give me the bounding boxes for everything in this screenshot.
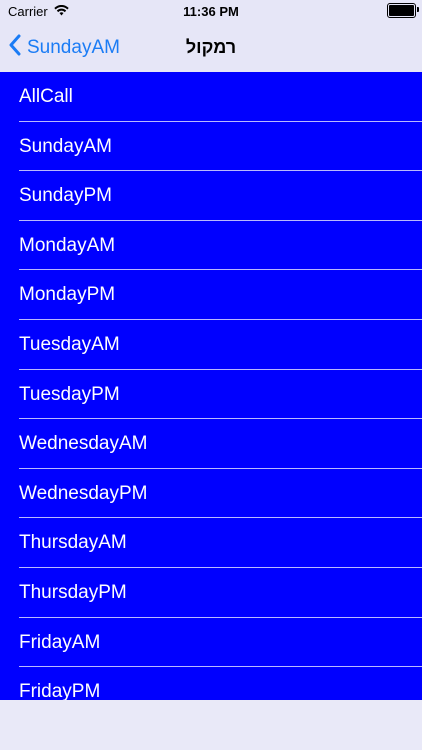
list-item[interactable]: TuesdayPM xyxy=(0,370,422,420)
list-item[interactable]: MondayAM xyxy=(0,221,422,271)
list-item[interactable]: SundayAM xyxy=(0,122,422,172)
list-item[interactable]: WednesdayAM xyxy=(0,419,422,469)
schedule-list: AllCall SundayAM SundayPM MondayAM Monda… xyxy=(0,72,422,700)
list-item[interactable]: SundayPM xyxy=(0,171,422,221)
list-item[interactable]: TuesdayAM xyxy=(0,320,422,370)
app-screen: Carrier 11:36 PM SundayAM רמקול AllCall … xyxy=(0,0,422,750)
list-item[interactable]: ThursdayAM xyxy=(0,518,422,568)
list-item[interactable]: ThursdayPM xyxy=(0,568,422,618)
status-right xyxy=(387,3,419,18)
navigation-bar: SundayAM רמקול xyxy=(0,24,422,72)
battery-icon xyxy=(387,3,419,18)
list-item[interactable]: MondayPM xyxy=(0,270,422,320)
battery-fill xyxy=(389,5,414,16)
bottom-toolbar xyxy=(0,700,422,750)
list-item[interactable]: AllCall xyxy=(0,72,422,122)
list-item[interactable]: FridayPM xyxy=(0,667,422,700)
list-item[interactable]: WednesdayPM xyxy=(0,469,422,519)
status-time: 11:36 PM xyxy=(183,4,239,19)
page-title: רמקול xyxy=(185,37,237,57)
status-bar: Carrier 11:36 PM xyxy=(0,0,422,24)
list-item[interactable]: FridayAM xyxy=(0,618,422,668)
battery-nub xyxy=(417,7,419,12)
